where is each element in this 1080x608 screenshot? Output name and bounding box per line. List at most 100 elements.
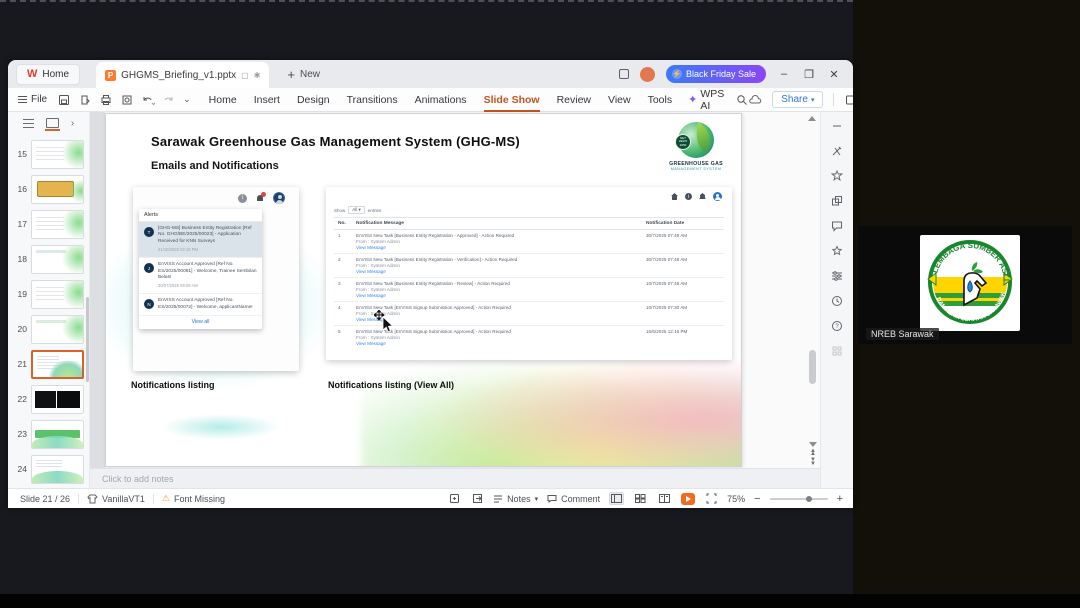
print-preview-icon[interactable]	[120, 93, 134, 107]
history-clock-icon[interactable]	[831, 295, 843, 307]
document-scrollbar[interactable]: ▲ ▲ ▼ ▼	[806, 112, 817, 468]
save-icon[interactable]	[57, 93, 71, 107]
wps-ai-button[interactable]: ✦ WPS AI	[688, 88, 724, 112]
slide-view-icon[interactable]	[44, 118, 60, 131]
slide-thumbnail-row[interactable]: 24	[8, 453, 89, 485]
slide-thumbnail[interactable]	[31, 174, 84, 204]
menu-item-home[interactable]: Home	[209, 94, 237, 106]
slide-thumbnail[interactable]	[31, 244, 84, 274]
participant-video-tile[interactable]: LEMBAGA SUMBER ASLI DAN ALAM SEKITAR SAR…	[858, 226, 1072, 344]
black-friday-sale-button[interactable]: ⚡ Black Friday Sale	[665, 65, 766, 83]
fit-screen-icon[interactable]	[704, 492, 718, 506]
menu-item-insert[interactable]: Insert	[254, 94, 280, 106]
collapse-sidebar-icon[interactable]	[831, 120, 843, 132]
zoom-slider[interactable]	[769, 495, 828, 502]
col-date: Notification Date	[642, 217, 724, 230]
slide-thumbnail[interactable]	[31, 209, 84, 239]
notes-input[interactable]: Click to add notes	[90, 468, 820, 488]
scroll-down-arrow[interactable]	[809, 441, 817, 447]
slide-thumbnail[interactable]	[31, 384, 84, 414]
maximize-button[interactable]: ❐	[802, 68, 816, 81]
comment-panel-icon[interactable]	[831, 220, 843, 232]
zoom-slider-handle[interactable]	[805, 495, 812, 502]
close-button[interactable]: ✕	[827, 68, 841, 81]
search-icon[interactable]	[736, 93, 748, 107]
outline-view-icon[interactable]	[22, 118, 34, 128]
menu-item-transitions[interactable]: Transitions	[347, 94, 398, 106]
export-icon[interactable]	[78, 93, 92, 107]
apps-grid-icon[interactable]	[831, 345, 843, 357]
bottom-bar	[0, 594, 1080, 608]
file-menu-button[interactable]: File	[18, 94, 47, 105]
slide-thumbnail[interactable]	[31, 279, 84, 309]
document-tab[interactable]: P GHGMS_Briefing_v1.pptx ▢ ✱	[96, 62, 270, 88]
slide-thumbnail-row[interactable]: 16	[8, 173, 89, 205]
normal-view-button[interactable]	[609, 492, 625, 505]
menu-item-design[interactable]: Design	[297, 94, 330, 106]
menu-item-slide-show[interactable]: Slide Show	[483, 94, 540, 112]
zoom-level[interactable]: 75%	[727, 494, 745, 504]
comment-button[interactable]: Comment	[547, 494, 600, 504]
scrollbar-thumb[interactable]	[809, 350, 816, 384]
previous-slide-button[interactable]: ▲ ▲	[810, 448, 816, 457]
print-icon[interactable]	[99, 93, 113, 107]
tab-sync-icon[interactable]: ▢	[241, 71, 249, 80]
slide-thumbnail[interactable]	[31, 419, 84, 449]
undo-icon[interactable]	[141, 93, 156, 107]
slideshow-play-button[interactable]	[681, 492, 696, 505]
slide-thumbnail-row[interactable]: 19	[8, 278, 89, 310]
tab-modified-icon: ✱	[253, 70, 261, 80]
zoom-out-button[interactable]: −	[754, 493, 760, 505]
panel-toggle-icon[interactable]	[844, 93, 853, 107]
home-tab[interactable]: W Home	[16, 63, 81, 85]
account-avatar[interactable]	[639, 66, 655, 82]
menu-item-review[interactable]: Review	[557, 94, 591, 106]
minimize-button[interactable]: –	[777, 68, 791, 80]
task-pane-icon[interactable]	[447, 492, 461, 506]
shapes-icon[interactable]	[831, 195, 843, 207]
statusbar: Slide 21 / 26 VanillaVT1 ⚠ Font Missing	[8, 488, 853, 508]
slide-thumbnail-row[interactable]: 15	[8, 138, 89, 170]
toolbar-more-chevron[interactable]: ⌄	[183, 94, 191, 105]
menu-item-view[interactable]: View	[608, 94, 631, 106]
cloud-icon[interactable]	[748, 93, 762, 107]
slide-thumbnail-row[interactable]: 18	[8, 243, 89, 275]
participant-name-label: NREB Sarawak	[866, 328, 939, 340]
slide-thumbnail[interactable]	[31, 314, 84, 344]
slide-page[interactable]: Sarawak Greenhouse Gas Management System…	[105, 113, 742, 467]
slide-thumbnail-row[interactable]: 22	[8, 383, 89, 415]
entries-label: entries	[367, 207, 382, 213]
slide-thumbnail-row[interactable]: 23	[8, 418, 89, 450]
slide-thumbnail[interactable]	[31, 139, 84, 169]
plus-icon: +	[287, 66, 295, 82]
next-slide-button[interactable]: ▼ ▼	[810, 458, 816, 467]
slide-thumbnail-row[interactable]: 21	[8, 348, 89, 380]
slide-thumbnail-row[interactable]: 17	[8, 208, 89, 240]
collapse-panel-chevron[interactable]: ›	[71, 118, 74, 129]
tools-icon[interactable]	[831, 145, 843, 157]
entries-select: All ▾	[348, 206, 365, 214]
font-missing-warning[interactable]: ⚠ Font Missing	[162, 493, 225, 504]
menu-item-tools[interactable]: Tools	[648, 94, 673, 106]
menu-item-animations[interactable]: Animations	[415, 94, 467, 106]
scroll-up-arrow[interactable]	[808, 116, 816, 121]
slide-thumbnail[interactable]	[31, 349, 84, 379]
share-button[interactable]: Share ▾	[772, 91, 824, 108]
theme-button[interactable]: VanillaVT1	[87, 494, 145, 504]
slide-sorter-view-button[interactable]	[633, 492, 648, 505]
layout-switch-icon[interactable]	[618, 69, 629, 79]
meeting-screen: W Home P GHGMS_Briefing_v1.pptx ▢ ✱ + Ne…	[0, 0, 1080, 608]
help-icon[interactable]: ?	[831, 320, 843, 332]
handout-icon[interactable]	[470, 492, 484, 506]
thumbnail-scrollbar[interactable]	[86, 297, 89, 382]
redo-icon[interactable]	[162, 93, 176, 107]
settings-sliders-icon[interactable]	[831, 270, 843, 282]
slide-thumbnail[interactable]	[31, 454, 84, 484]
new-tab-button[interactable]: + New	[287, 67, 320, 82]
zoom-in-button[interactable]: +	[837, 493, 843, 505]
reading-view-button[interactable]	[657, 492, 672, 505]
notes-toggle[interactable]: Notes ▾	[493, 494, 538, 504]
animation-icon[interactable]	[831, 170, 843, 182]
star-icon[interactable]	[831, 245, 843, 257]
slide-thumbnail-row[interactable]: 20	[8, 313, 89, 345]
